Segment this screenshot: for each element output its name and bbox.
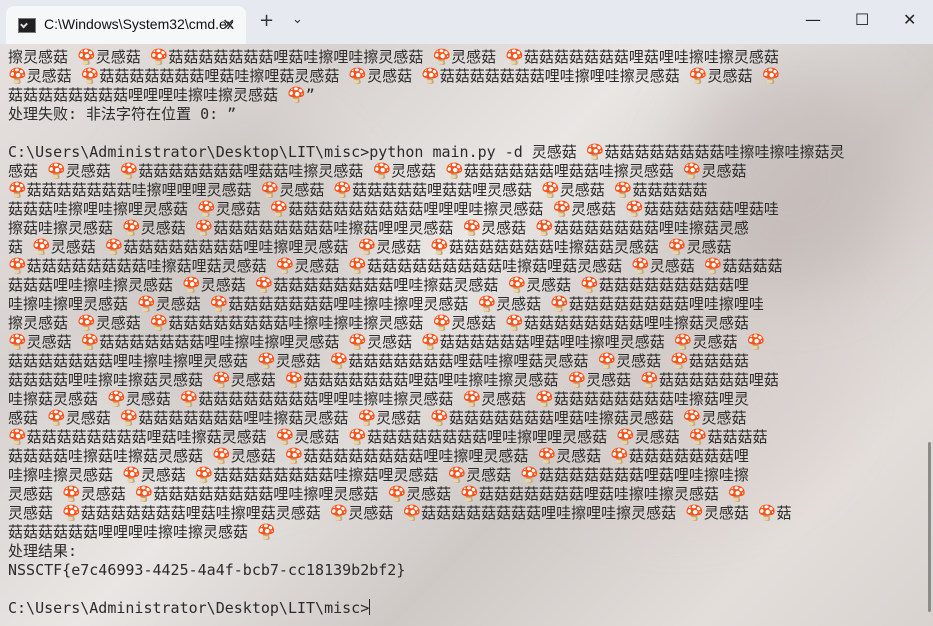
maximize-button[interactable]: ☐ xyxy=(855,10,869,29)
terminal-line: C:\Users\Administrator\Desktop\LIT\misc>… xyxy=(8,143,845,161)
terminal-line: 哇擦哇擦灵感菇 🍄灵感菇 🍄菇菇菇菇菇菇菇菇哇擦菇哩灵感菇 🍄灵感菇 🍄菇菇菇菇… xyxy=(8,466,749,484)
close-window-button[interactable]: ✕ xyxy=(903,10,916,29)
text-cursor xyxy=(369,599,371,615)
new-tab-button[interactable]: + xyxy=(259,10,274,31)
terminal-line: 🍄菇菇菇菇菇菇菇菇哩菇哇擦菇灵感菇 🍄灵感菇 🍄菇菇菇菇菇菇菇菇哩哇擦哩哩灵感菇… xyxy=(8,428,768,446)
terminal-tab[interactable]: C:\Windows\System32\cmd.ex ✕ xyxy=(6,6,246,44)
terminal-line: 擦菇哇擦灵感菇 🍄灵感菇 🍄菇菇菇菇菇菇菇菇哇擦菇哩哩灵感菇 🍄灵感菇 🍄菇菇菇… xyxy=(8,219,749,237)
terminal-line: 菇菇菇菇哩哇擦哇擦菇灵感菇 🍄灵感菇 🍄菇菇菇菇菇菇菇哩菇哩哇擦哇擦灵感菇 🍄灵… xyxy=(8,371,779,389)
terminal-line: 🍄灵感菇 🍄菇菇菇菇菇菇菇哩哇擦哇擦哩灵感菇 🍄灵感菇 🍄菇菇菇菇菇菇哩菇哩哇擦… xyxy=(8,333,766,351)
tab-dropdown-button[interactable]: ⌄ xyxy=(292,12,303,27)
tab-close-button[interactable]: ✕ xyxy=(222,15,235,34)
terminal-line: 擦灵感菇 🍄灵感菇 🍄菇菇菇菇菇菇菇哩菇哇擦哩哇擦灵感菇 🍄灵感菇 🍄菇菇菇菇菇… xyxy=(8,48,779,66)
minimize-button[interactable]: — xyxy=(805,10,821,29)
cmd-icon xyxy=(18,18,36,33)
terminal-line: 哇擦菇灵感菇 🍄灵感菇 🍄菇菇菇菇菇菇菇菇哩哩哇擦哇擦灵感菇 🍄灵感菇 🍄菇菇菇… xyxy=(8,390,749,408)
terminal-line: 灵感菇 🍄灵感菇 🍄菇菇菇菇菇菇菇菇哩哇擦哩灵感菇 🍄灵感菇 🍄菇菇菇菇菇菇菇哩… xyxy=(8,485,747,503)
vertical-scrollbar[interactable] xyxy=(928,442,931,612)
terminal-line: 菇菇菇哩哇擦哇擦灵感菇 🍄灵感菇 🍄菇菇菇菇菇菇菇菇哩哇擦菇灵感菇 🍄灵感菇 🍄… xyxy=(8,276,749,294)
terminal-line: 菇菇菇菇菇菇菇哩哇擦哇擦哩灵感菇 🍄灵感菇 🍄菇菇菇菇菇菇菇哩菇哇擦哩菇灵感菇 … xyxy=(8,352,749,370)
title-bar: C:\Windows\System32\cmd.ex ✕ + ⌄ — ☐ ✕ xyxy=(0,0,933,44)
terminal-line: 菇菇菇菇哇擦菇哇擦菇灵感菇 🍄灵感菇 🍄菇菇菇菇菇菇菇菇哩哇擦哩灵感菇 🍄灵感菇… xyxy=(8,447,749,465)
terminal-line: 擦灵感菇 🍄灵感菇 🍄菇菇菇菇菇菇菇菇哇擦哇擦哇擦灵感菇 🍄灵感菇 🍄菇菇菇菇菇… xyxy=(8,314,749,332)
terminal-window: C:\Windows\System32\cmd.ex ✕ + ⌄ — ☐ ✕ 擦… xyxy=(0,0,933,626)
terminal-line: C:\Users\Administrator\Desktop\LIT\misc> xyxy=(8,599,371,617)
terminal-line: 菇菇菇菇菇菇菇菇哩哩哩哇擦哇擦灵感菇 🍄” xyxy=(8,86,315,104)
terminal-line: 感菇 🍄灵感菇 🍄菇菇菇菇菇菇菇哩哇擦菇灵感菇 🍄灵感菇 🍄菇菇菇菇菇菇菇哩菇哇… xyxy=(8,409,747,427)
terminal-line: 🍄灵感菇 🍄菇菇菇菇菇菇菇哩菇哇擦哩菇灵感菇 🍄灵感菇 🍄菇菇菇菇菇菇菇哩哇擦哩… xyxy=(8,67,781,85)
terminal-line: 灵感菇 🍄菇菇菇菇菇菇菇哩菇哇擦哩菇灵感菇 🍄灵感菇 🍄菇菇菇菇菇菇菇菇哩哇擦哩… xyxy=(8,504,792,522)
terminal-line: NSSCTF{e7c46993-4425-4a4f-bcb7-cc18139b2… xyxy=(8,561,406,579)
terminal-line: 菇菇菇哇擦哩哇擦哩灵感菇 🍄灵感菇 🍄菇菇菇菇菇菇菇菇菇哩哩哩哇擦灵感菇 🍄灵感… xyxy=(8,200,779,218)
terminal-line: 处理结果: xyxy=(8,542,78,560)
terminal-line: 菇菇菇菇菇菇哩哩哩哇擦哇擦灵感菇 🍄 xyxy=(8,523,276,541)
terminal-line: 处理失败: 非法字符在位置 0: ” xyxy=(8,105,237,123)
tab-title: C:\Windows\System32\cmd.ex xyxy=(44,16,234,32)
terminal-line: 菇 🍄灵感菇 🍄菇菇菇菇菇菇菇菇哩哇擦哩灵感菇 🍄灵感菇 🍄菇菇菇菇菇菇菇哇擦菇… xyxy=(8,238,732,256)
terminal-line: 哇擦哇擦哩灵感菇 🍄灵感菇 🍄菇菇菇菇菇菇菇哩哇擦哇擦哩灵感菇 🍄灵感菇 🍄菇菇… xyxy=(8,295,764,313)
terminal-output[interactable]: 擦灵感菇 🍄灵感菇 🍄菇菇菇菇菇菇菇哩菇哇擦哩哇擦灵感菇 🍄灵感菇 🍄菇菇菇菇菇… xyxy=(8,48,913,626)
terminal-line: 🍄菇菇菇菇菇菇菇菇哇擦菇哩菇灵感菇 🍄灵感菇 🍄菇菇菇菇菇菇菇菇菇哇擦菇哩菇灵感… xyxy=(8,257,783,275)
terminal-line: 🍄菇菇菇菇菇菇菇哇擦哩哩哩灵感菇 🍄灵感菇 🍄菇菇菇菇菇哩菇菇哩灵感菇 🍄灵感菇… xyxy=(8,181,708,199)
terminal-line: 感菇 🍄灵感菇 🍄菇菇菇菇菇菇菇哩菇菇哇擦灵感菇 🍄灵感菇 🍄菇菇菇菇菇菇哩菇菇… xyxy=(8,162,747,180)
